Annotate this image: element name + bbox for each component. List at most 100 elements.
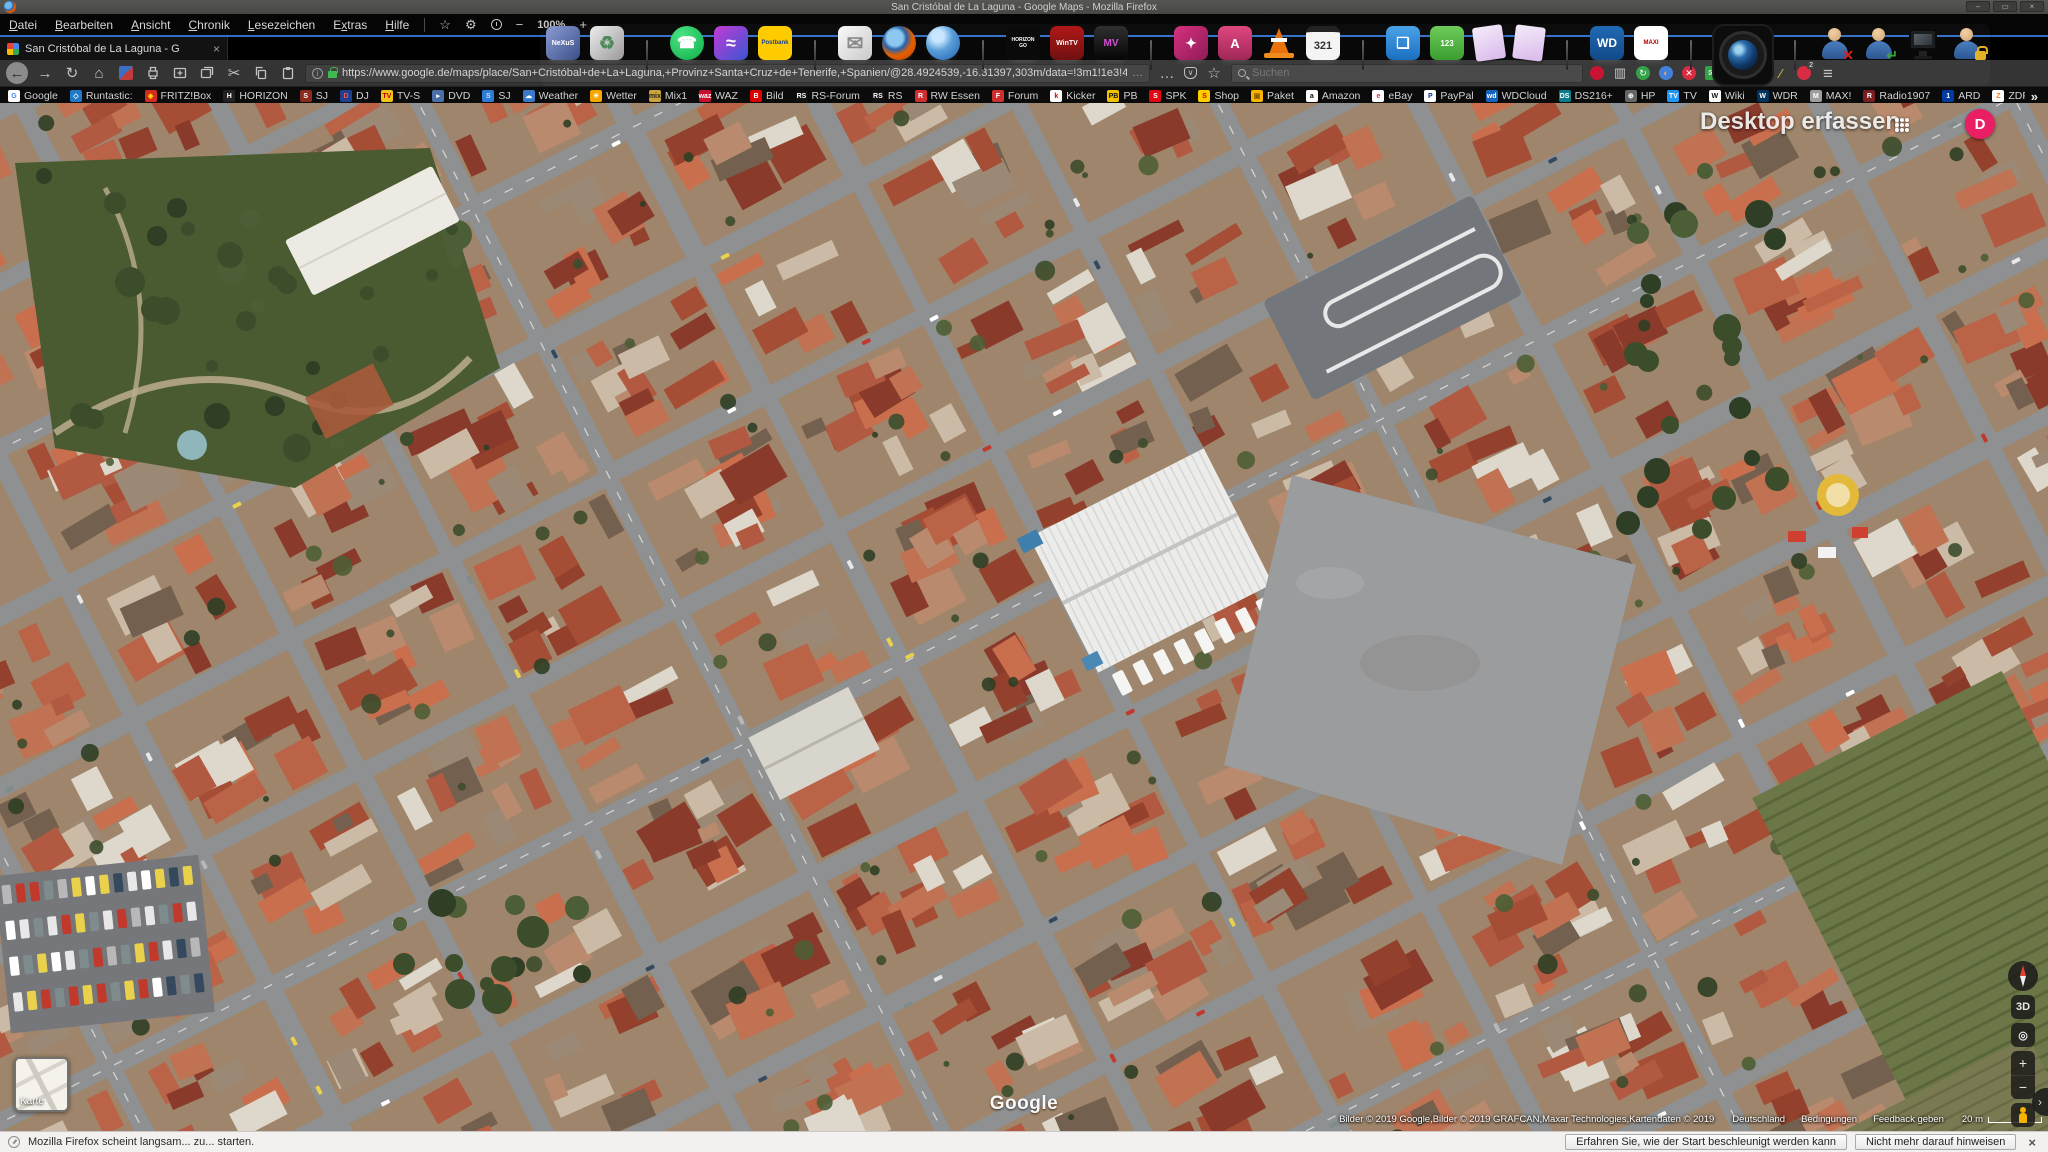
pegman-button[interactable]: [2011, 1103, 2035, 1127]
purple-page-dock-icon[interactable]: [1472, 24, 1506, 62]
wintv-dock-icon[interactable]: WinTV: [1050, 26, 1084, 60]
mail-dock-icon[interactable]: ✉: [838, 26, 872, 60]
bookmark-zdf[interactable]: ZZDF: [1988, 90, 2024, 102]
attribution-link-feedback-geben[interactable]: Feedback geben: [1873, 1114, 1944, 1125]
webcam-lens-dock-icon[interactable]: [1714, 26, 1772, 84]
postbank-dock-icon[interactable]: Postbank: [758, 26, 792, 60]
new-window-button[interactable]: [197, 63, 217, 83]
bookmark-rs[interactable]: RSRS: [868, 90, 907, 102]
account-avatar[interactable]: D: [1965, 109, 1995, 139]
dismiss-button[interactable]: Nicht mehr darauf hinweisen: [1855, 1134, 2016, 1150]
bookmark-rs-forum[interactable]: RSRS-Forum: [792, 90, 864, 102]
paste-button[interactable]: [278, 63, 298, 83]
unitymedia-dock-icon[interactable]: ≈: [714, 26, 748, 60]
bookmark-max-[interactable]: MMAX!: [1806, 90, 1856, 102]
menu-chronik[interactable]: Chronik: [179, 14, 238, 35]
map-zoom-in-button[interactable]: +: [2011, 1051, 2035, 1075]
bookmark-paypal[interactable]: PPayPal: [1420, 90, 1477, 102]
reload-button[interactable]: ↻: [62, 63, 82, 83]
attribution-link-bedingungen[interactable]: Bedingungen: [1801, 1114, 1857, 1125]
bookmark-sj[interactable]: SSJ: [296, 90, 332, 102]
addons-icon[interactable]: ⚙: [465, 18, 477, 31]
bookmark-tv-s[interactable]: TVTV-S: [377, 90, 424, 102]
tilt-3d-button[interactable]: 3D: [2011, 995, 2035, 1019]
back-button[interactable]: ←: [6, 62, 28, 84]
bookmark-spk[interactable]: SSPK: [1145, 90, 1190, 102]
compass-control[interactable]: [2008, 961, 2038, 991]
bookmark-weather[interactable]: ☁Weather: [519, 90, 583, 102]
bookmark-shop[interactable]: SShop: [1194, 90, 1243, 102]
print-button[interactable]: [143, 63, 163, 83]
bookmark-ds216-[interactable]: DSDS216+: [1555, 90, 1617, 102]
bookmark-bild[interactable]: BBild: [746, 90, 788, 102]
bookmark-wetter[interactable]: ☀Wetter: [586, 90, 641, 102]
bookmark-tv[interactable]: TVTV: [1663, 90, 1700, 102]
user-switch-dock-icon[interactable]: ↵: [1862, 26, 1896, 60]
bookmark-google[interactable]: GGoogle: [4, 90, 62, 102]
cut-button[interactable]: ✂: [224, 63, 244, 83]
menu-lesezeichen[interactable]: Lesezeichen: [239, 14, 324, 35]
bookmark-hp[interactable]: ⊕HP: [1621, 90, 1660, 102]
page-info-icon[interactable]: i: [312, 68, 323, 79]
bookmark-pb[interactable]: PBPB: [1103, 90, 1141, 102]
menu-ansicht[interactable]: Ansicht: [122, 14, 179, 35]
purple-page2-dock-icon[interactable]: [1512, 24, 1546, 61]
tab-close-icon[interactable]: ×: [213, 42, 220, 56]
bookmark-waz[interactable]: wazWAZ: [695, 90, 742, 102]
whatsapp-dock-icon[interactable]: ☎: [670, 26, 704, 60]
close-button[interactable]: ×: [2020, 1, 2044, 12]
library-icon[interactable]: ☆: [439, 18, 451, 31]
user-lock-dock-icon[interactable]: [1950, 26, 1984, 60]
minimize-button[interactable]: –: [1966, 1, 1990, 12]
recycle-bin-icon[interactable]: ♻: [590, 26, 624, 60]
restore-button[interactable]: ▭: [1993, 1, 2017, 12]
copy-button[interactable]: [251, 63, 271, 83]
app-shortcut-icon[interactable]: [116, 63, 136, 83]
firefox-dock-icon[interactable]: [882, 26, 916, 60]
bookmark-wdcloud[interactable]: wdWDCloud: [1482, 90, 1551, 102]
bookmark-sj[interactable]: SSJ: [478, 90, 514, 102]
tab-san-cristobal[interactable]: San Cristóbal de La Laguna - G ×: [0, 37, 228, 60]
maxi-dock-icon[interactable]: MAXI: [1634, 26, 1668, 60]
menu-extras[interactable]: Extras: [324, 14, 376, 35]
bookmark-wdr[interactable]: WWDR: [1753, 90, 1802, 102]
numbers-dock-icon[interactable]: 123: [1430, 26, 1464, 60]
learn-more-button[interactable]: Erfahren Sie, wie der Start beschleunigt…: [1565, 1134, 1847, 1150]
k321-dock-icon[interactable]: 321: [1306, 26, 1340, 60]
google-apps-grid-icon[interactable]: [1895, 118, 1911, 134]
forward-button[interactable]: →: [35, 63, 55, 83]
access-dock-icon[interactable]: A: [1218, 26, 1252, 60]
https-lock-icon[interactable]: [328, 71, 337, 78]
wd-dock-icon[interactable]: WD: [1590, 26, 1624, 60]
bookmark-horizon[interactable]: HHORIZON: [219, 90, 291, 102]
bookmark-wiki[interactable]: WWiki: [1705, 90, 1749, 102]
copy-tool-dock-icon[interactable]: ❏: [1386, 26, 1420, 60]
bookmark-forum[interactable]: FForum: [988, 90, 1042, 102]
bookmark-dj[interactable]: DDJ: [336, 90, 373, 102]
bookmark-runtastic-[interactable]: ◇Runtastic:: [66, 90, 137, 102]
bookmark-paket[interactable]: ▣Paket: [1247, 90, 1298, 102]
bookmark-ebay[interactable]: eeBay: [1368, 90, 1416, 102]
photo-key-dock-icon[interactable]: ✦: [1174, 26, 1208, 60]
bookmark-rw-essen[interactable]: RRW Essen: [911, 90, 984, 102]
vlc-dock-icon[interactable]: [1262, 26, 1296, 60]
satellite-map[interactable]: [0, 103, 2048, 1131]
bookmark-dvd[interactable]: ▸DVD: [428, 90, 474, 102]
bookmarks-overflow-chevron[interactable]: »: [2025, 89, 2044, 104]
bookmark-ard[interactable]: 1ARD: [1938, 90, 1984, 102]
map-type-inset[interactable]: Karte: [14, 1057, 69, 1112]
bookmark-radio1907[interactable]: RRadio1907: [1859, 90, 1934, 102]
nexus-dock-icon[interactable]: NeXuS: [546, 26, 580, 60]
zoom-out-button[interactable]: −: [516, 18, 524, 31]
bookmark-amazon[interactable]: aAmazon: [1302, 90, 1365, 102]
notification-close-icon[interactable]: ×: [2024, 1135, 2040, 1150]
bookmark-fritz-box[interactable]: ◆FRITZ!Box: [141, 90, 216, 102]
bookmark-kicker[interactable]: kKicker: [1046, 90, 1099, 102]
menu-datei[interactable]: Datei: [0, 14, 46, 35]
menu-bearbeiten[interactable]: Bearbeiten: [46, 14, 122, 35]
new-tab-button[interactable]: [170, 63, 190, 83]
attribution-link-deutschland[interactable]: Deutschland: [1732, 1114, 1785, 1125]
horizon-go-dock-icon[interactable]: HORIZONGO: [1006, 26, 1040, 60]
mv-clapper-dock-icon[interactable]: MV: [1094, 26, 1128, 60]
home-button[interactable]: ⌂: [89, 63, 109, 83]
